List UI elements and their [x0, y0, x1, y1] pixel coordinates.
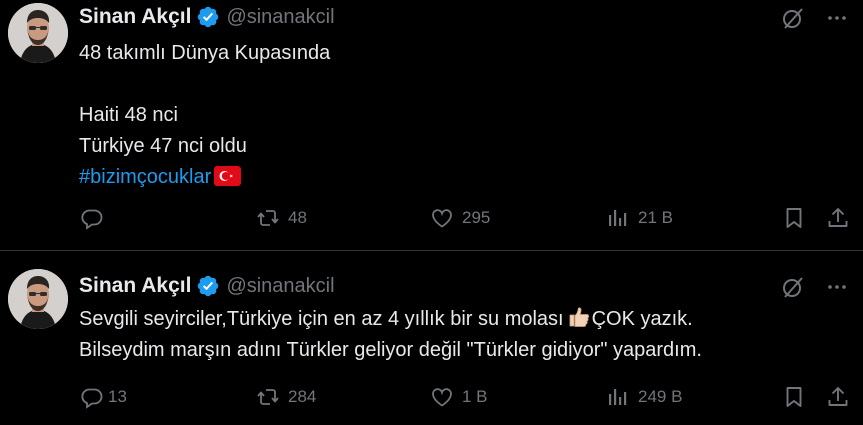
tweet-line: Bilseydim marşın adını Türkler geliyor d…	[79, 339, 702, 361]
reply-button[interactable]: 13	[80, 382, 127, 412]
author-handle[interactable]: @sinanakcil	[226, 275, 334, 298]
retweet-button[interactable]: 48	[256, 203, 307, 233]
avatar[interactable]	[8, 3, 68, 63]
tweet-actions: 13 284 1 B 249 B	[0, 382, 863, 412]
tweet[interactable]: Sinan Akçıl @sinanakcil 48 takımlı Dünya…	[0, 0, 863, 251]
like-button[interactable]: 1 B	[430, 382, 488, 412]
retweet-count: 48	[288, 208, 307, 227]
tweet-text: Sevgili seyirciler,Türkiye için en az 4 …	[79, 304, 843, 366]
views-icon	[606, 385, 630, 409]
grok-icon[interactable]	[781, 6, 805, 30]
reply-icon	[80, 206, 104, 230]
heart-icon	[430, 206, 454, 230]
tweet-top-actions	[781, 4, 849, 32]
hashtag-link[interactable]: #bizimçocuklar	[79, 166, 211, 188]
more-options-icon[interactable]	[825, 275, 849, 299]
share-button[interactable]	[826, 203, 850, 233]
bookmark-icon	[782, 385, 806, 409]
tweet-top-actions	[781, 273, 849, 301]
views-button[interactable]: 249 B	[606, 382, 682, 412]
retweet-icon	[256, 206, 280, 230]
bookmark-icon	[782, 206, 806, 230]
author-name[interactable]: Sinan Akçıl	[79, 274, 191, 298]
reply-icon	[80, 385, 104, 409]
views-icon	[606, 206, 630, 230]
tweet-line-hashtag: #bizimçocuklar	[79, 162, 843, 193]
avatar[interactable]	[8, 269, 68, 329]
share-button[interactable]	[826, 382, 850, 412]
author-handle[interactable]: @sinanakcil	[226, 6, 334, 29]
share-icon	[826, 206, 850, 230]
like-count: 295	[462, 208, 491, 227]
like-button[interactable]: 295	[430, 203, 490, 233]
view-count: 21 B	[638, 208, 673, 227]
reply-count: 13	[108, 387, 127, 406]
views-button[interactable]: 21 B	[606, 203, 673, 233]
tweet-header: Sinan Akçıl @sinanakcil	[79, 272, 335, 300]
tweet-text: 48 takımlı Dünya Kupasında Haiti 48 nci …	[79, 38, 843, 193]
verified-badge-icon	[196, 274, 220, 298]
share-icon	[826, 385, 850, 409]
heart-icon	[430, 385, 454, 409]
like-count: 1 B	[462, 387, 488, 406]
tweet[interactable]: Sinan Akçıl @sinanakcil Sevgili seyircil…	[0, 252, 863, 425]
tweet-line-suffix: ÇOK yazık.	[591, 308, 693, 330]
tweet-line: Sevgili seyirciler,Türkiye için en az 4 …	[79, 304, 843, 335]
verified-badge-icon	[196, 5, 220, 29]
retweet-icon	[256, 385, 280, 409]
grok-icon[interactable]	[781, 275, 805, 299]
tweet-header: Sinan Akçıl @sinanakcil	[79, 3, 335, 31]
tweet-line: 48 takımlı Dünya Kupasında	[79, 42, 331, 64]
thumbs-up-emoji-icon	[567, 305, 591, 329]
tweet-line-text: Sevgili seyirciler,Türkiye için en az 4 …	[79, 308, 564, 330]
turkey-flag-icon	[214, 166, 241, 186]
more-options-icon[interactable]	[825, 6, 849, 30]
tweet-actions: 48 295 21 B	[0, 203, 863, 233]
retweet-count: 284	[288, 387, 317, 406]
retweet-button[interactable]: 284	[256, 382, 316, 412]
view-count: 249 B	[638, 387, 683, 406]
bookmark-button[interactable]	[782, 382, 806, 412]
author-name[interactable]: Sinan Akçıl	[79, 5, 191, 29]
reply-button[interactable]	[80, 203, 112, 233]
tweet-line: Türkiye 47 nci oldu	[79, 135, 247, 157]
bookmark-button[interactable]	[782, 203, 806, 233]
tweet-line: Haiti 48 nci	[79, 104, 178, 126]
